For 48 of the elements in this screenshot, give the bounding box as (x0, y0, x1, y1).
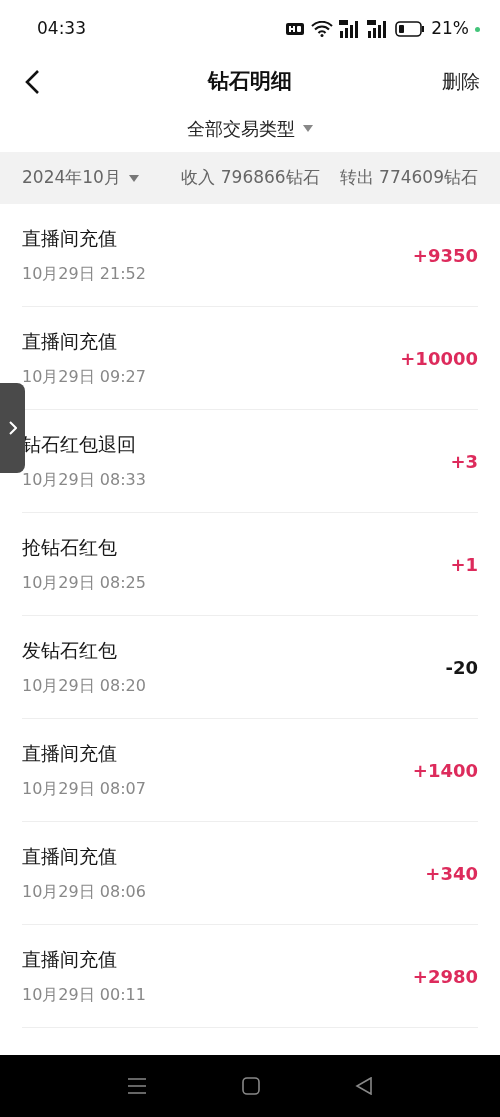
transaction-amount: +10000 (400, 346, 478, 371)
income-total: 收入 796866钻石 (181, 166, 320, 190)
transaction-title: 直播间充值 (22, 844, 118, 870)
hd-icon (285, 22, 306, 36)
transaction-row[interactable]: 直播间充值 10月29日 08:06 +340 (22, 822, 478, 925)
back-icon (24, 68, 40, 95)
transaction-time: 10月29日 21:52 (22, 262, 146, 285)
transaction-row[interactable]: 直播间充值 10月29日 21:52 +9350 (22, 204, 478, 307)
transaction-time: 10月29日 08:33 (22, 468, 146, 491)
transaction-row[interactable]: 直播间充值 10月29日 00:11 +2980 (22, 925, 478, 1028)
transaction-row[interactable]: 发钻石红包 10月29日 08:20 -20 (22, 616, 478, 719)
transaction-amount: +2980 (412, 964, 478, 989)
battery-icon (395, 21, 426, 37)
caret-icon (303, 125, 313, 132)
status-time: 04:33 (37, 17, 86, 41)
transaction-row[interactable]: 抢钻石红包 10月29日 08:25 +1 (22, 513, 478, 616)
back-nav-icon[interactable] (354, 1077, 373, 1095)
caret-icon (128, 174, 139, 182)
page-title: 钻石明细 (208, 67, 292, 95)
transaction-row[interactable]: 直播间充值 10月29日 08:07 +1400 (22, 719, 478, 822)
transaction-time: 10月29日 08:07 (22, 777, 146, 800)
transaction-amount: +1 (450, 552, 478, 577)
battery-percent: 21% (431, 17, 469, 41)
outgo-total: 转出 774609钻石 (339, 166, 478, 190)
transaction-amount: +340 (425, 861, 478, 886)
home-icon[interactable] (242, 1077, 260, 1095)
delete-button[interactable]: 删除 (442, 67, 480, 96)
wifi-icon (311, 21, 334, 37)
chevron-right-icon (8, 421, 17, 435)
transaction-time: 10月29日 08:25 (22, 571, 146, 594)
transaction-title: 抢钻石红包 (22, 535, 118, 561)
transaction-title: 直播间充值 (22, 947, 118, 973)
transaction-time: 10月29日 08:20 (22, 674, 146, 697)
month-dropdown[interactable]: 2024年10月 (22, 165, 139, 191)
menu-icon[interactable] (127, 1077, 148, 1095)
transaction-amount: +9350 (412, 243, 478, 268)
transaction-title: 发钻石红包 (22, 638, 118, 664)
transaction-time: 10月29日 00:11 (22, 983, 146, 1006)
side-handle[interactable] (0, 383, 25, 473)
transaction-title: 直播间充值 (22, 226, 118, 252)
transaction-amount: -20 (445, 655, 478, 680)
transaction-time: 10月29日 08:06 (22, 880, 146, 903)
transaction-amount: +3 (450, 449, 478, 474)
type-filter-dropdown[interactable]: 全部交易类型 (187, 115, 313, 142)
transaction-title: 直播间充值 (22, 329, 118, 355)
transaction-amount: +1400 (412, 758, 478, 783)
transaction-title: 直播间充值 (22, 741, 118, 767)
transaction-time: 10月29日 09:27 (22, 365, 146, 388)
